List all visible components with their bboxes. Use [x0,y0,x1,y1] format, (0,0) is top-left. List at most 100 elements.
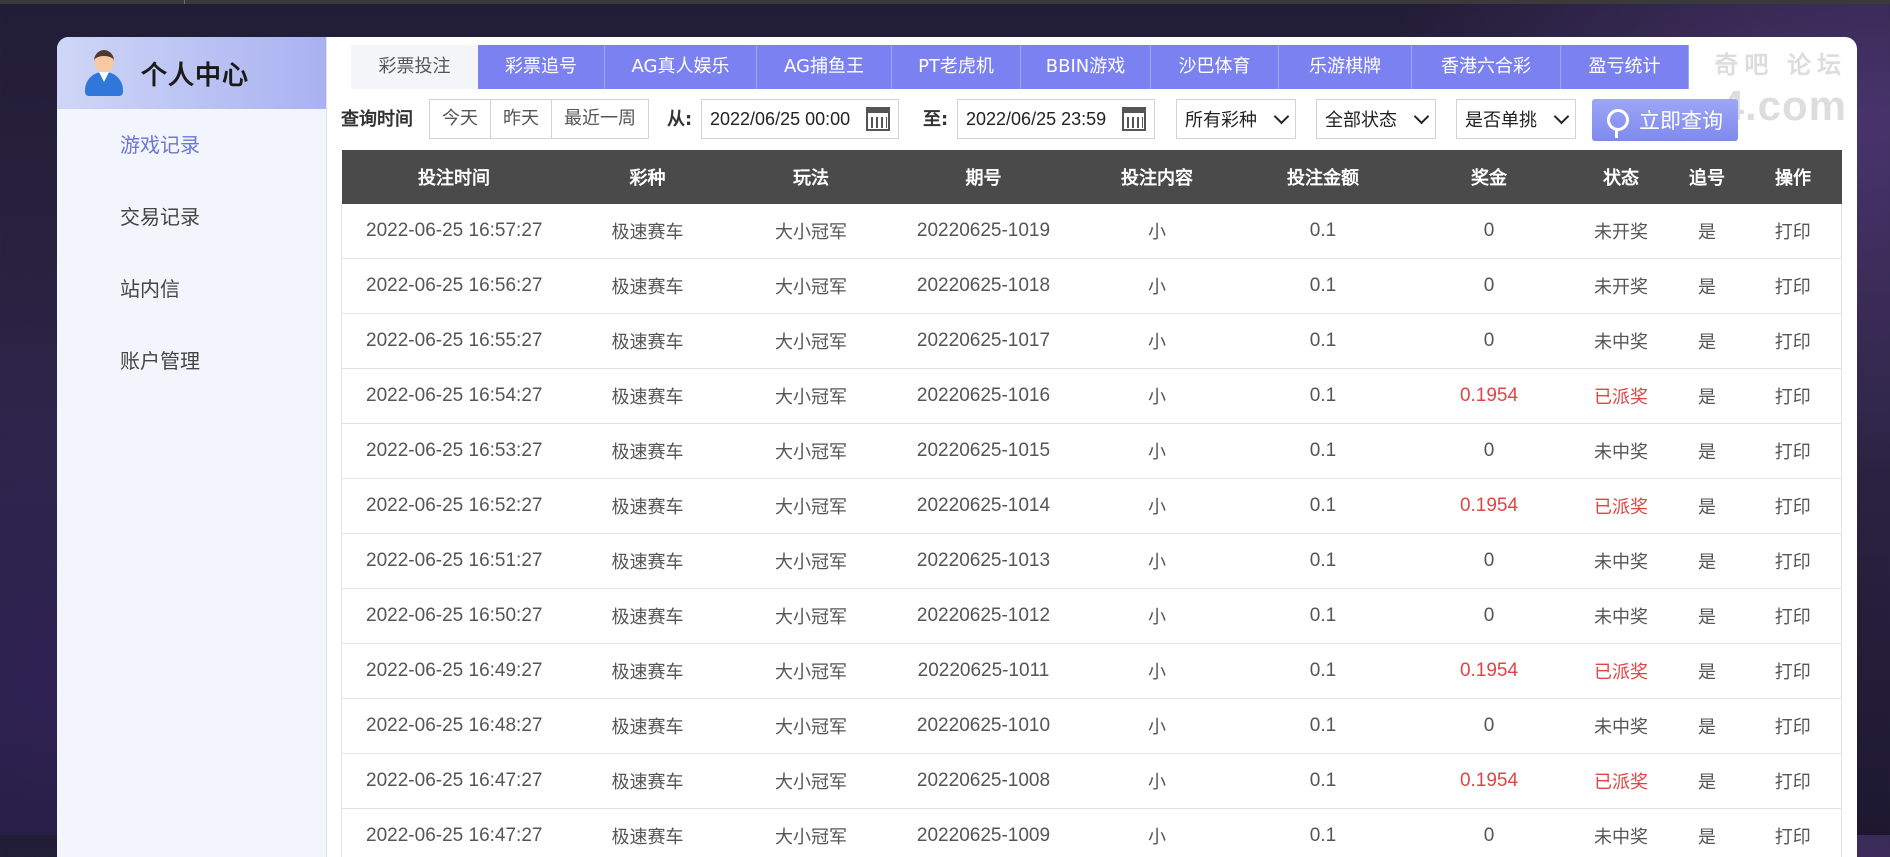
col-header-bet-content: 投注内容 [1074,150,1241,204]
cell-issue: 20220625-1009 [894,809,1074,857]
cell-bet-amount: 0.1 [1241,424,1406,479]
quick-yesterday-button[interactable]: 昨天 [491,100,552,138]
tab-saba-sports[interactable]: 沙巴体育 [1151,45,1279,89]
table-row: 2022-06-25 16:53:27极速赛车大小冠军20220625-1015… [342,424,1842,479]
cell-status: 未中奖 [1573,699,1670,754]
cell-play-type: 大小冠军 [729,204,894,259]
quick-date-range: 今天 昨天 最近一周 [429,99,649,139]
table-row: 2022-06-25 16:49:27极速赛车大小冠军20220625-1011… [342,644,1842,699]
cell-print-action[interactable]: 打印 [1745,754,1842,809]
lottery-type-select[interactable]: 所有彩种 [1176,99,1296,139]
cell-chase: 是 [1670,479,1745,534]
from-date-input[interactable]: 2022/06/25 00:00 [701,99,899,139]
cell-prize: 0 [1406,314,1573,369]
sidebar-item-transaction-records[interactable]: 交易记录 [57,181,326,253]
cell-chase: 是 [1670,699,1745,754]
calendar-icon[interactable] [866,107,890,131]
cell-bet-time: 2022-06-25 16:54:27 [342,369,567,424]
single-pick-value: 是否单挑 [1465,106,1537,132]
cell-bet-time: 2022-06-25 16:51:27 [342,534,567,589]
tab-hk-mark-six[interactable]: 香港六合彩 [1412,45,1561,89]
cell-prize: 0 [1406,699,1573,754]
tab-lottery-chase[interactable]: 彩票追号 [478,45,605,89]
cell-status: 已派奖 [1573,754,1670,809]
query-time-label: 查询时间 [341,99,413,141]
cell-print-action[interactable]: 打印 [1745,479,1842,534]
cell-bet-content: 小 [1074,809,1241,857]
tab-ag-fishing[interactable]: AG捕鱼王 [757,45,892,89]
calendar-icon[interactable] [1122,107,1146,131]
col-header-action: 操作 [1745,150,1842,204]
col-header-bet-time: 投注时间 [342,150,567,204]
cell-bet-content: 小 [1074,424,1241,479]
col-header-bet-amount: 投注金额 [1241,150,1406,204]
cell-print-action[interactable]: 打印 [1745,204,1842,259]
tab-leyou-cards[interactable]: 乐游棋牌 [1279,45,1412,89]
cell-chase: 是 [1670,534,1745,589]
table-header-row: 投注时间 彩种 玩法 期号 投注内容 投注金额 奖金 状态 追号 操作 [342,150,1842,204]
cell-status: 未中奖 [1573,424,1670,479]
cell-play-type: 大小冠军 [729,424,894,479]
cell-print-action[interactable]: 打印 [1745,809,1842,857]
cell-lottery: 极速赛车 [567,589,729,644]
table-row: 2022-06-25 16:48:27极速赛车大小冠军20220625-1010… [342,699,1842,754]
sidebar-header: 个人中心 [57,37,326,109]
cell-bet-content: 小 [1074,644,1241,699]
cell-status: 已派奖 [1573,369,1670,424]
main-content: 彩票投注 彩票追号 AG真人娱乐 AG捕鱼王 PT老虎机 BBIN游戏 沙巴体育… [327,37,1857,857]
tab-profit-loss[interactable]: 盈亏统计 [1561,45,1689,89]
cell-bet-amount: 0.1 [1241,479,1406,534]
cell-bet-time: 2022-06-25 16:52:27 [342,479,567,534]
cell-prize: 0 [1406,534,1573,589]
cell-print-action[interactable]: 打印 [1745,314,1842,369]
status-select[interactable]: 全部状态 [1316,99,1436,139]
sidebar-item-messages[interactable]: 站内信 [57,253,326,325]
cell-print-action[interactable]: 打印 [1745,589,1842,644]
cell-issue: 20220625-1017 [894,314,1074,369]
col-header-chase: 追号 [1670,150,1745,204]
single-pick-select[interactable]: 是否单挑 [1456,99,1576,139]
query-button[interactable]: 立即查询 [1592,99,1738,141]
quick-today-button[interactable]: 今天 [430,100,491,138]
cell-print-action[interactable]: 打印 [1745,259,1842,314]
sidebar-item-account-management[interactable]: 账户管理 [57,325,326,397]
cell-lottery: 极速赛车 [567,479,729,534]
tab-lottery-bets[interactable]: 彩票投注 [351,45,478,89]
cell-play-type: 大小冠军 [729,534,894,589]
cell-issue: 20220625-1013 [894,534,1074,589]
tab-ag-live[interactable]: AG真人娱乐 [605,45,757,89]
cell-play-type: 大小冠军 [729,314,894,369]
watermark-line-1: 奇吧 论坛 [1714,45,1847,80]
cell-print-action[interactable]: 打印 [1745,534,1842,589]
cell-bet-time: 2022-06-25 16:49:27 [342,644,567,699]
to-date-input[interactable]: 2022/06/25 23:59 [957,99,1155,139]
cell-bet-amount: 0.1 [1241,534,1406,589]
cell-play-type: 大小冠军 [729,809,894,857]
col-header-prize: 奖金 [1406,150,1573,204]
cell-bet-amount: 0.1 [1241,204,1406,259]
tab-bbin-games[interactable]: BBIN游戏 [1021,45,1151,89]
cell-print-action[interactable]: 打印 [1745,644,1842,699]
tab-pt-slots[interactable]: PT老虎机 [892,45,1021,89]
cell-play-type: 大小冠军 [729,259,894,314]
cell-status: 已派奖 [1573,479,1670,534]
cell-prize: 0 [1406,809,1573,857]
cell-print-action[interactable]: 打印 [1745,699,1842,754]
cell-print-action[interactable]: 打印 [1745,424,1842,479]
filter-bar: 查询时间 今天 昨天 最近一周 从: 2022/06/25 00:00 至: 2… [341,99,1841,141]
cell-chase: 是 [1670,644,1745,699]
cell-prize: 0 [1406,424,1573,479]
cell-bet-amount: 0.1 [1241,589,1406,644]
cell-lottery: 极速赛车 [567,644,729,699]
cell-prize: 0 [1406,589,1573,644]
sidebar-item-game-records[interactable]: 游戏记录 [57,109,326,181]
cell-play-type: 大小冠军 [729,754,894,809]
cell-print-action[interactable]: 打印 [1745,369,1842,424]
col-header-status: 状态 [1573,150,1670,204]
cell-bet-amount: 0.1 [1241,259,1406,314]
search-icon [1607,109,1629,131]
cell-chase: 是 [1670,809,1745,857]
quick-last-week-button[interactable]: 最近一周 [552,100,648,138]
cell-bet-amount: 0.1 [1241,314,1406,369]
cell-issue: 20220625-1008 [894,754,1074,809]
